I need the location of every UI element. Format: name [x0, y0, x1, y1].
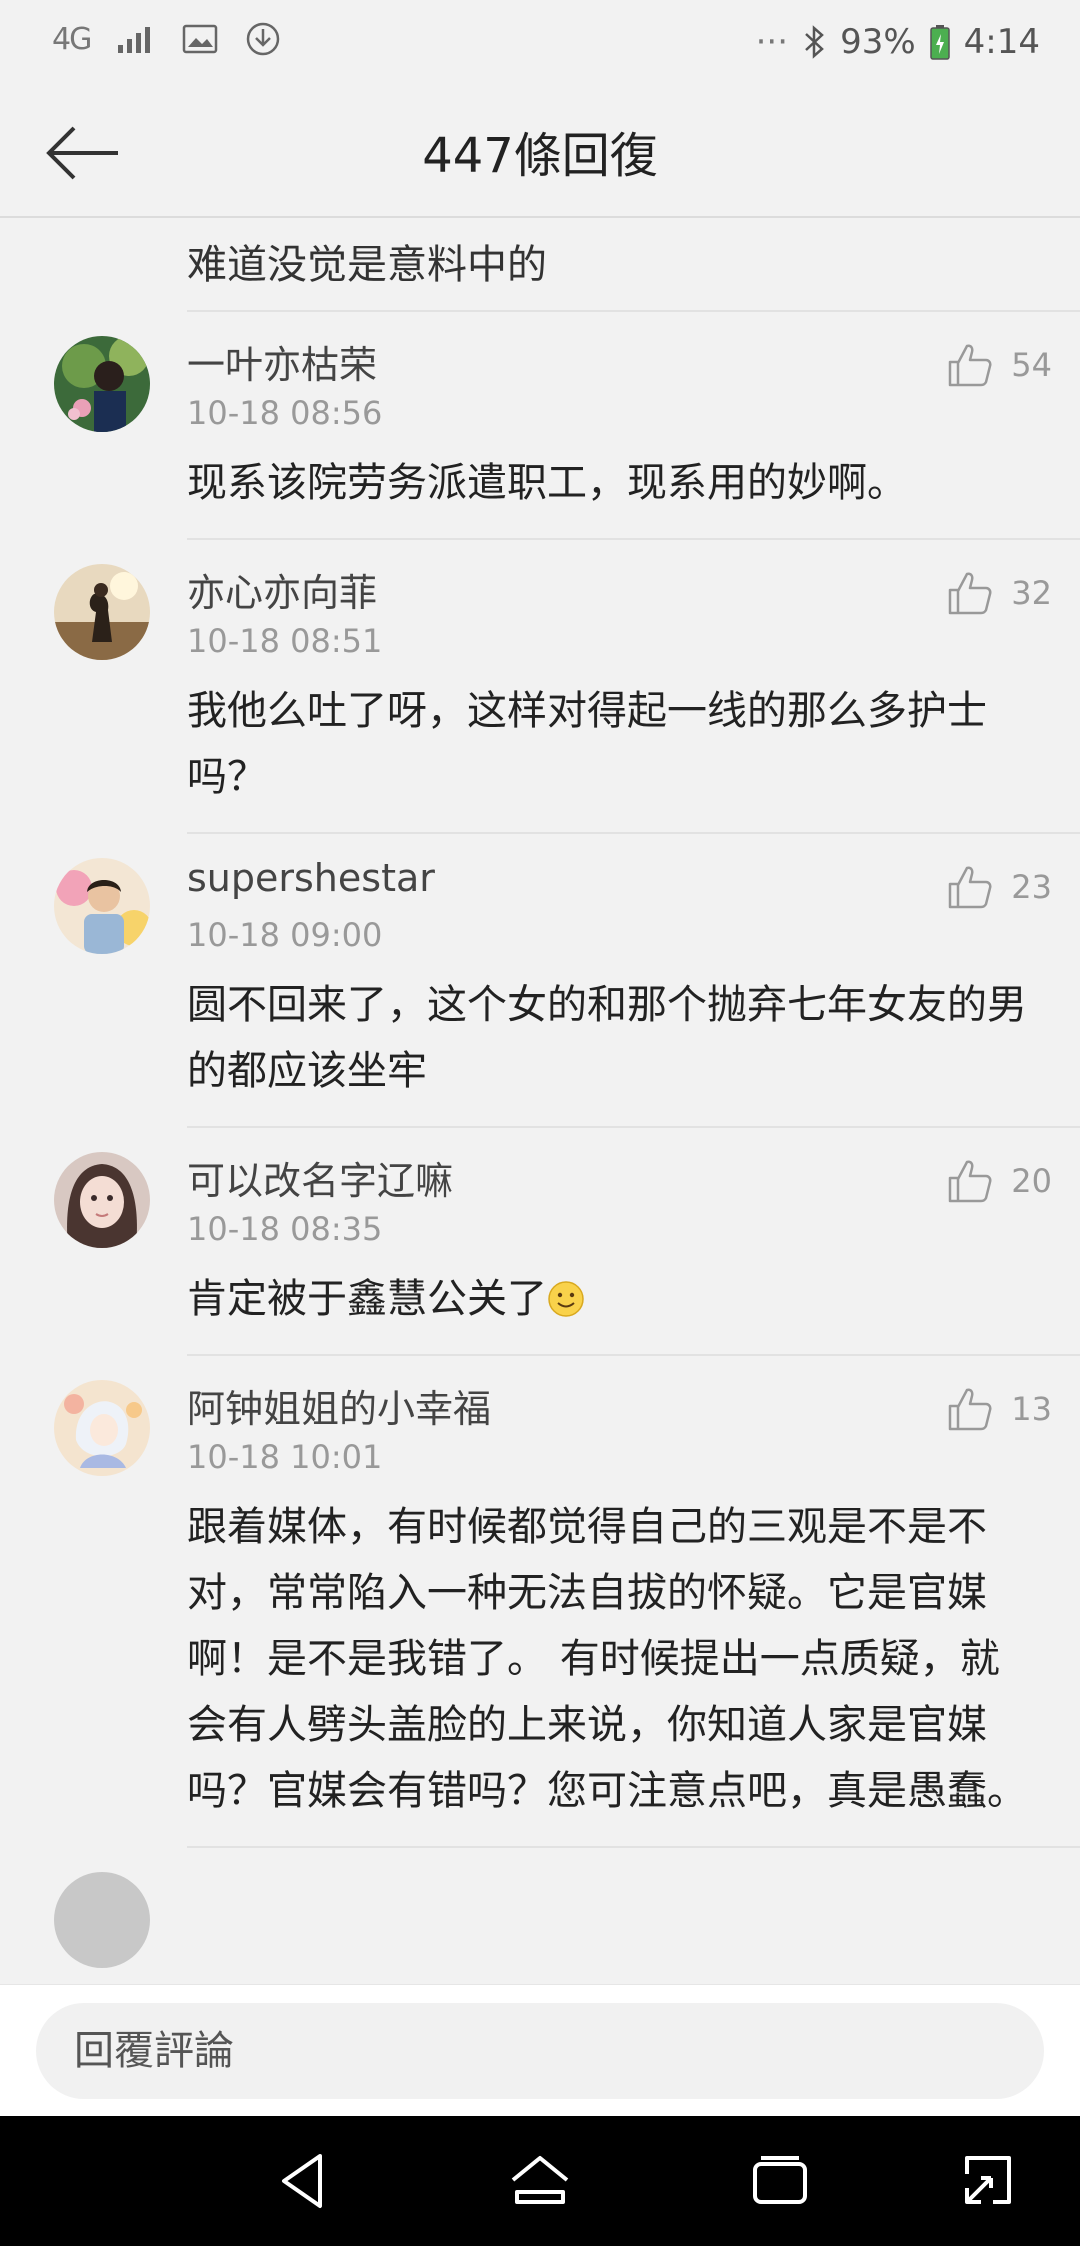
- like-count: 20: [1011, 1162, 1052, 1200]
- nav-recents-button[interactable]: [745, 2148, 815, 2214]
- status-right: ··· 93% 4:14: [756, 22, 1040, 62]
- more-icon: ···: [755, 22, 789, 62]
- thumbs-up-icon: [949, 344, 992, 387]
- timestamp: 10-18 08:51: [187, 622, 383, 660]
- timestamp: 10-18 10:01: [187, 1438, 383, 1476]
- recents-icon: [753, 2156, 807, 2204]
- thumbs-up-icon: [949, 1160, 992, 1203]
- timestamp: 10-18 08:56: [187, 394, 383, 432]
- network-type: 4G: [52, 21, 92, 57]
- username[interactable]: 一叶亦枯荣: [187, 334, 377, 389]
- timestamp: 10-18 09:00: [187, 916, 383, 954]
- like-button[interactable]: 20: [947, 1158, 1052, 1204]
- thumbs-up-icon: [949, 572, 992, 615]
- comment-text: 难道没觉是意料中的: [187, 242, 547, 288]
- comment-body: 亦心亦向菲 10-18 08:51 32 我他么吐了呀，这样对得起一线的那么多护…: [187, 540, 1080, 834]
- battery-icon: [929, 25, 950, 60]
- nav-screenshot-button[interactable]: [953, 2148, 1023, 2214]
- smile-emoji-icon: [548, 1281, 584, 1317]
- timestamp: 10-18 08:35: [187, 1210, 383, 1248]
- avatar[interactable]: [54, 1152, 150, 1248]
- nav-back-button[interactable]: [270, 2148, 340, 2214]
- comment-body: supershestar 10-18 09:00 23 圆不回来了，这个女的和那…: [187, 834, 1080, 1128]
- like-button[interactable]: 54: [947, 342, 1052, 388]
- comment-list[interactable]: 难道没觉是意料中的 一叶亦枯荣 10-18 08:56 54 现系该院劳务派遣职…: [0, 218, 1080, 1983]
- comment-body: 可以改名字辽嘛 10-18 08:35 20 肯定被于鑫慧公关了: [187, 1128, 1080, 1356]
- reply-input[interactable]: [36, 2003, 1044, 2099]
- status-bar: 4G ··· 93% 4:14: [0, 0, 1080, 88]
- bluetooth-icon: [805, 25, 824, 59]
- like-button[interactable]: 23: [947, 864, 1052, 910]
- username[interactable]: 亦心亦向菲: [187, 562, 377, 617]
- thumbs-up-icon: [949, 1388, 992, 1431]
- like-count: 13: [1011, 1390, 1052, 1428]
- comment-item: supershestar 10-18 09:00 23 圆不回来了，这个女的和那…: [0, 834, 1080, 1128]
- reply-bar: [0, 1984, 1080, 2117]
- nav-home-button[interactable]: [505, 2148, 575, 2214]
- comment-item: 可以改名字辽嘛 10-18 08:35 20 肯定被于鑫慧公关了: [0, 1128, 1080, 1356]
- avatar[interactable]: [54, 858, 150, 954]
- like-count: 32: [1011, 574, 1052, 612]
- avatar[interactable]: [54, 1380, 150, 1476]
- status-left: 4G: [52, 20, 282, 58]
- like-count: 23: [1011, 868, 1052, 906]
- username[interactable]: supershestar: [187, 856, 435, 900]
- like-button[interactable]: 13: [947, 1386, 1052, 1432]
- username[interactable]: 阿钟姐姐的小幸福: [187, 1378, 491, 1433]
- comment-text: 肯定被于鑫慧公关了: [187, 1276, 547, 1322]
- thumbs-up-icon: [949, 866, 992, 909]
- image-icon: [183, 24, 218, 54]
- avatar[interactable]: [54, 336, 150, 432]
- home-icon: [511, 2156, 569, 2204]
- battery-percent: 93%: [840, 22, 916, 62]
- screenshot-expand-icon: [965, 2156, 1011, 2204]
- like-count: 54: [1011, 346, 1052, 384]
- comment-item: 一叶亦枯荣 10-18 08:56 54 现系该院劳务派遣职工，现系用的妙啊。: [0, 312, 1080, 540]
- page-title: 447條回復: [422, 128, 658, 184]
- app-bar: 447條回復: [0, 88, 1080, 218]
- comment-item: 亦心亦向菲 10-18 08:51 32 我他么吐了呀，这样对得起一线的那么多护…: [0, 540, 1080, 834]
- signal-icon: [118, 27, 151, 53]
- system-nav-bar: [0, 2116, 1080, 2246]
- comment-item: 阿钟姐姐的小幸福 10-18 10:01 13 跟着媒体，有时候都觉得自己的三观…: [0, 1356, 1080, 1848]
- like-button[interactable]: 32: [947, 570, 1052, 616]
- comment-item-partial: [0, 1848, 1080, 1968]
- comment-partial: 难道没觉是意料中的: [187, 218, 1080, 312]
- download-icon: [247, 22, 280, 56]
- comment-body: 一叶亦枯荣 10-18 08:56 54 现系该院劳务派遣职工，现系用的妙啊。: [187, 312, 1080, 540]
- clock: 4:14: [963, 22, 1040, 62]
- comment-body: 阿钟姐姐的小幸福 10-18 10:01 13 跟着媒体，有时候都觉得自己的三观…: [187, 1356, 1080, 1848]
- avatar[interactable]: [54, 1872, 150, 1968]
- username[interactable]: 可以改名字辽嘛: [187, 1150, 453, 1205]
- avatar[interactable]: [54, 564, 150, 660]
- back-triangle-icon: [282, 2154, 322, 2208]
